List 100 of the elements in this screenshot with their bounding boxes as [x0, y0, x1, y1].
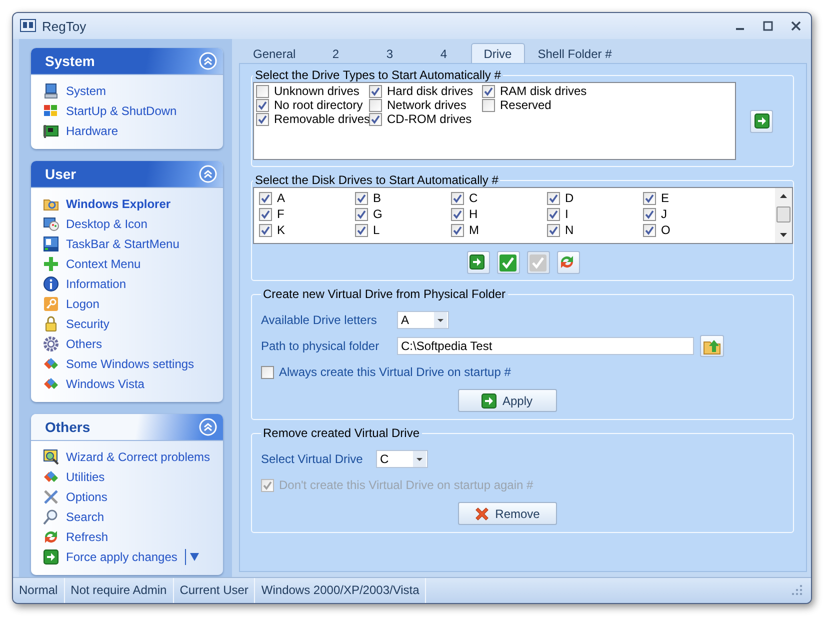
sidebar-link[interactable]: Desktop & Icon — [43, 216, 148, 232]
checkbox-label: H — [469, 207, 478, 221]
checkbox[interactable] — [256, 98, 269, 112]
browse-button[interactable] — [700, 335, 724, 357]
checkbox[interactable] — [355, 208, 368, 220]
tab[interactable]: Drive — [470, 43, 525, 63]
colorful-diamond-icon — [43, 356, 59, 372]
group-box-title: Select the Drive Types to Start Automatically # — [254, 68, 502, 82]
circuit-board-icon — [43, 123, 59, 139]
apply-button[interactable] — [466, 251, 490, 274]
sidebar-link[interactable]: Force apply changes — [43, 549, 200, 565]
maximize-button[interactable] — [763, 21, 773, 31]
sidebar-link[interactable]: Utilities — [43, 469, 105, 485]
checkbox-label: Don't create this Virtual Drive on startup again # — [279, 478, 534, 492]
checkbox-label: No root directory — [274, 98, 363, 112]
checkbox[interactable] — [369, 84, 382, 98]
window-title: RegToy — [42, 18, 86, 34]
group-title: System — [45, 53, 95, 69]
tab[interactable]: Shell Folder # — [524, 43, 625, 63]
caret-icon — [434, 312, 447, 328]
sidebar-link[interactable]: Others — [43, 336, 102, 352]
sidebar-link[interactable]: TaskBar & StartMenu — [43, 236, 180, 252]
sidebar-link[interactable]: Refresh — [43, 529, 108, 545]
checkbox-label: Network drives — [387, 98, 466, 112]
tab[interactable]: General — [240, 43, 309, 63]
sidebar-link[interactable]: Search — [43, 509, 104, 525]
checkbox-label: Removable drives — [274, 112, 370, 126]
checkbox[interactable] — [547, 192, 560, 204]
sidebar-link[interactable]: Options — [43, 489, 108, 505]
checkbox[interactable] — [259, 208, 272, 220]
sidebar-link[interactable]: Logon — [43, 296, 100, 312]
sidebar-link[interactable]: System — [43, 83, 106, 99]
status-field: Not require Admin — [64, 578, 174, 603]
checkbox[interactable] — [643, 192, 656, 204]
checkbox[interactable] — [355, 192, 368, 204]
sidebar-link[interactable]: Hardware — [43, 123, 118, 139]
checkbox-label: Unknown drives — [274, 84, 360, 98]
checkbox[interactable] — [369, 98, 382, 112]
x-icon — [474, 506, 490, 522]
checkbox[interactable] — [259, 192, 272, 204]
checkbox-label: Always create this Virtual Drive on startup # — [279, 365, 511, 379]
colorful-diamond-icon — [43, 469, 59, 485]
sidebar-link[interactable]: Wizard & Correct problems — [43, 449, 210, 465]
checkbox[interactable] — [451, 208, 464, 220]
field-label: Available Drive letters — [261, 313, 378, 327]
group-box-title: Create new Virtual Drive from Physical Folder — [262, 287, 507, 301]
collapse-button[interactable] — [199, 418, 217, 436]
checkbox[interactable] — [451, 192, 464, 204]
sidebar-link[interactable]: Windows Vista — [43, 376, 144, 392]
group-box-title: Remove created Virtual Drive — [262, 426, 421, 440]
sidebar-link[interactable]: Security — [43, 316, 110, 332]
dropdown-arrow-icon[interactable] — [190, 553, 200, 561]
checkbox[interactable] — [643, 224, 656, 236]
status-field: Normal — [13, 578, 65, 603]
checkbox[interactable] — [355, 224, 368, 236]
caret-icon — [413, 451, 426, 467]
sidebar-link[interactable]: StartUp & ShutDown — [43, 103, 177, 119]
app-icon — [20, 19, 36, 33]
checkbox[interactable] — [261, 366, 274, 378]
sidebar-link[interactable]: Context Menu — [43, 256, 141, 272]
collapse-button[interactable] — [199, 165, 217, 183]
close-button[interactable] — [791, 21, 801, 31]
checkbox[interactable] — [451, 224, 464, 236]
tools-icon — [43, 489, 59, 505]
info-icon — [43, 276, 59, 292]
sidebar-link[interactable]: Information — [43, 276, 126, 292]
checkbox[interactable] — [256, 112, 269, 126]
checkbox[interactable] — [643, 208, 656, 220]
checkbox[interactable] — [482, 98, 495, 112]
collapse-button[interactable] — [199, 52, 217, 70]
gear-icon — [43, 336, 59, 352]
check-all-button[interactable] — [496, 251, 520, 274]
checkbox[interactable] — [482, 84, 495, 98]
key-icon — [43, 296, 59, 312]
refresh-icon — [43, 529, 59, 545]
checkbox[interactable] — [547, 224, 560, 236]
path-field[interactable]: C:\Softpedia Test — [397, 337, 694, 355]
checkbox[interactable] — [369, 112, 382, 126]
sidebar-link[interactable]: Windows Explorer — [43, 196, 171, 212]
remove-button[interactable]: Remove — [458, 502, 556, 525]
checkbox[interactable] — [256, 84, 269, 98]
apply-button[interactable]: Apply — [458, 389, 556, 412]
sidebar-link[interactable]: Some Windows settings — [43, 356, 194, 372]
checkbox-label: RAM disk drives — [500, 84, 587, 98]
tab[interactable]: 3 — [362, 43, 417, 63]
group-title: User — [45, 166, 76, 182]
checkbox-label: K — [277, 223, 286, 237]
checkbox-label: A — [277, 191, 286, 205]
tab[interactable]: 2 — [308, 43, 363, 63]
field-label: Select Virtual Drive — [261, 452, 364, 466]
checkbox-label: O — [661, 223, 670, 237]
checkbox[interactable] — [259, 224, 272, 236]
apply-button[interactable] — [750, 110, 773, 132]
group-box-title: Select the Disk Drives to Start Automatically # — [254, 173, 500, 187]
tab[interactable]: 4 — [416, 43, 471, 63]
checkbox[interactable] — [547, 208, 560, 220]
checkbox-label: E — [661, 191, 670, 205]
virtual-drive-dropdown[interactable]: C — [376, 450, 428, 468]
drive-letter-dropdown[interactable]: A — [397, 311, 449, 329]
refresh-button[interactable] — [556, 251, 580, 274]
